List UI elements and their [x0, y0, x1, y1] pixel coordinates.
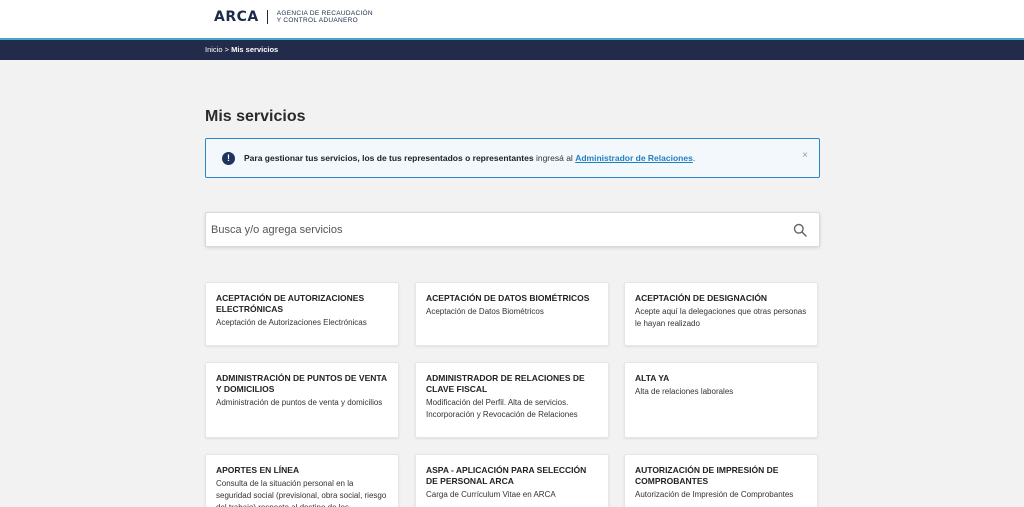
info-alert: ! Para gestionar tus servicios, los de t…	[205, 138, 820, 178]
logo-word: ARCA	[214, 9, 259, 25]
breadcrumb-current: Mis servicios	[231, 45, 279, 54]
service-card-aspa[interactable]: ASPA - APLICACIÓN PARA SELECCIÓN DE PERS…	[415, 454, 609, 507]
service-card-puntos-de-venta[interactable]: ADMINISTRACIÓN DE PUNTOS DE VENTA Y DOMI…	[205, 362, 399, 438]
alert-bold-text: Para gestionar tus servicios, los de tus…	[244, 153, 534, 163]
service-card-description: Acepte aquí la delegaciones que otras pe…	[635, 307, 807, 328]
service-card-title: ACEPTACIÓN DE DESIGNACIÓN	[635, 293, 768, 303]
page-title: Mis servicios	[205, 108, 306, 125]
service-card-impresion-comprobantes[interactable]: AUTORIZACIÓN DE IMPRESIÓN DE COMPROBANTE…	[624, 454, 818, 507]
service-card-description: Alta de relaciones laborales	[635, 387, 734, 396]
service-card-datos-biometricos[interactable]: ACEPTACIÓN DE DATOS BIOMÉTRICOS Aceptaci…	[415, 282, 609, 346]
service-card-title: ACEPTACIÓN DE DATOS BIOMÉTRICOS	[426, 293, 590, 303]
breadcrumb-separator: >	[224, 45, 229, 54]
site-header: ARCA AGENCIA DE RECAUDACIÓN Y CONTROL AD…	[0, 0, 1024, 38]
logo-subtitle: AGENCIA DE RECAUDACIÓN Y CONTROL ADUANER…	[277, 10, 373, 24]
nav-bar: Inicio > Mis servicios	[0, 38, 1024, 60]
service-card-title: ASPA - APLICACIÓN PARA SELECCIÓN DE PERS…	[426, 465, 587, 486]
logo-subtitle-line2: Y CONTROL ADUANERO	[276, 17, 358, 24]
alert-suffix: .	[692, 153, 696, 163]
search-icon[interactable]	[793, 223, 807, 237]
close-icon[interactable]: ×	[802, 150, 808, 161]
service-card-description: Modificación del Perfil. Alta de servici…	[426, 398, 578, 419]
service-card-title: APORTES EN LÍNEA	[216, 465, 300, 475]
service-card-title: ADMINISTRACIÓN DE PUNTOS DE VENTA Y DOMI…	[216, 373, 387, 394]
service-card-alta-ya[interactable]: ALTA YA Alta de relaciones laborales	[624, 362, 818, 438]
service-card-description: Administración de puntos de venta y domi…	[216, 398, 383, 407]
arca-logo[interactable]: ARCA AGENCIA DE RECAUDACIÓN Y CONTROL AD…	[214, 9, 373, 25]
alert-message: Para gestionar tus servicios, los de tus…	[244, 153, 695, 163]
logo-divider	[266, 10, 268, 24]
exclamation-icon: !	[222, 152, 235, 165]
service-card-description: Consulta de la situación personal en la …	[216, 479, 387, 507]
service-card-autorizaciones-electronicas[interactable]: ACEPTACIÓN DE AUTORIZACIONES ELECTRÓNICA…	[205, 282, 399, 346]
administrador-relaciones-link[interactable]: Administrador de Relaciones	[575, 153, 693, 163]
service-card-title: AUTORIZACIÓN DE IMPRESIÓN DE COMPROBANTE…	[635, 465, 779, 486]
service-card-title: ADMINISTRADOR DE RELACIONES DE CLAVE FIS…	[426, 373, 585, 394]
breadcrumb: Inicio > Mis servicios	[205, 45, 278, 54]
search-input[interactable]	[207, 214, 777, 245]
search-box	[205, 212, 820, 247]
logo-subtitle-line1: AGENCIA DE RECAUDACIÓN	[276, 10, 373, 17]
service-card-title: ALTA YA	[635, 373, 670, 383]
breadcrumb-home[interactable]: Inicio	[205, 45, 223, 54]
service-card-administrador-relaciones[interactable]: ADMINISTRADOR DE RELACIONES DE CLAVE FIS…	[415, 362, 609, 438]
alert-normal-text: ingresá al	[533, 153, 576, 163]
service-card-description: Aceptación de Datos Biométricos	[426, 307, 544, 316]
service-card-designacion[interactable]: ACEPTACIÓN DE DESIGNACIÓN Acepte aquí la…	[624, 282, 818, 346]
service-card-description: Aceptación de Autorizaciones Electrónica…	[216, 318, 367, 327]
service-card-title: ACEPTACIÓN DE AUTORIZACIONES ELECTRÓNICA…	[216, 293, 365, 314]
service-card-description: Autorización de Impresión de Comprobante…	[635, 490, 794, 499]
service-card-description: Carga de Currículum Vitae en ARCA	[426, 490, 556, 499]
service-card-aportes-en-linea[interactable]: APORTES EN LÍNEA Consulta de la situació…	[205, 454, 399, 507]
